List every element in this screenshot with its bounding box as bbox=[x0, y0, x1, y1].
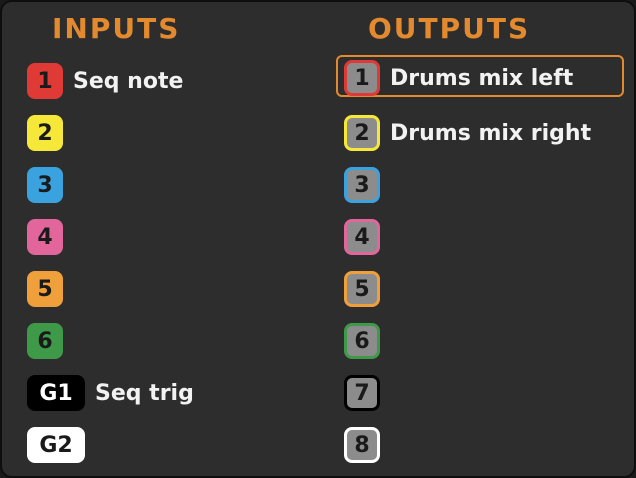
input-jack-badge: 4 bbox=[27, 219, 63, 255]
outputs-list: 1 Drums mix left 2 Drums mix right 3 4 5… bbox=[336, 52, 625, 471]
input-row-2[interactable]: 2 bbox=[27, 107, 194, 159]
input-row-6[interactable]: 6 bbox=[27, 315, 194, 367]
output-label: Drums mix left bbox=[390, 65, 574, 91]
input-row-g2[interactable]: G2 bbox=[27, 419, 194, 471]
output-row-7[interactable]: 7 bbox=[336, 367, 591, 419]
inputs-list: 1 Seq note 2 3 4 5 6 G1 Seq trig G2 bbox=[27, 55, 194, 471]
output-jack-badge: 3 bbox=[344, 167, 380, 203]
output-row-8[interactable]: 8 bbox=[336, 419, 591, 471]
gate-jack-badge: G2 bbox=[27, 427, 85, 463]
input-row-1[interactable]: 1 Seq note bbox=[27, 55, 194, 107]
input-jack-badge: 5 bbox=[27, 271, 63, 307]
output-row-6[interactable]: 6 bbox=[336, 315, 591, 367]
output-jack-badge: 1 bbox=[344, 60, 380, 96]
input-row-3[interactable]: 3 bbox=[27, 159, 194, 211]
output-jack-badge: 6 bbox=[344, 323, 380, 359]
input-jack-badge: 1 bbox=[27, 63, 63, 99]
io-mapping-panel: INPUTS OUTPUTS 1 Seq note 2 3 4 5 6 G1 S bbox=[0, 0, 636, 478]
output-jack-badge: 5 bbox=[344, 271, 380, 307]
output-jack-badge: 7 bbox=[344, 375, 380, 411]
output-label: Drums mix right bbox=[390, 120, 592, 146]
output-row-2[interactable]: 2 Drums mix right bbox=[336, 107, 591, 159]
output-jack-badge: 4 bbox=[344, 219, 380, 255]
inputs-heading: INPUTS bbox=[52, 12, 181, 45]
input-jack-badge: 6 bbox=[27, 323, 63, 359]
input-jack-badge: 2 bbox=[27, 115, 63, 151]
output-jack-badge: 8 bbox=[344, 427, 380, 463]
input-label: Seq note bbox=[73, 68, 184, 94]
output-row-5[interactable]: 5 bbox=[336, 263, 591, 315]
input-label: Seq trig bbox=[95, 380, 194, 406]
output-row-1[interactable]: 1 Drums mix left bbox=[336, 52, 625, 104]
input-jack-badge: 3 bbox=[27, 167, 63, 203]
outputs-heading: OUTPUTS bbox=[368, 12, 531, 45]
input-row-4[interactable]: 4 bbox=[27, 211, 194, 263]
input-row-g1[interactable]: G1 Seq trig bbox=[27, 367, 194, 419]
input-row-5[interactable]: 5 bbox=[27, 263, 194, 315]
output-row-4[interactable]: 4 bbox=[336, 211, 591, 263]
output-row-3[interactable]: 3 bbox=[336, 159, 591, 211]
gate-jack-badge: G1 bbox=[27, 375, 85, 411]
output-jack-badge: 2 bbox=[344, 115, 380, 151]
